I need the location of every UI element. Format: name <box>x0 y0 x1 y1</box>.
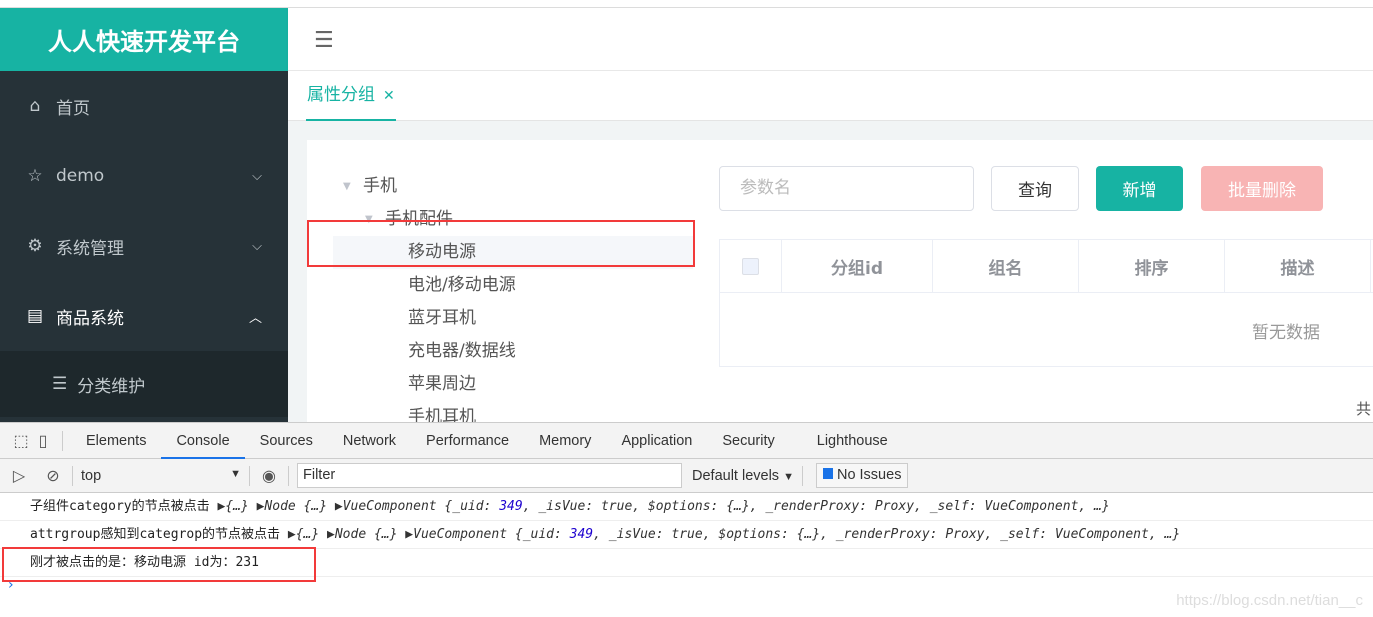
tab-lighthouse[interactable]: Lighthouse <box>802 423 903 459</box>
query-button[interactable]: 查询 <box>991 166 1079 211</box>
caret-down-icon: ▼ <box>230 467 241 480</box>
device-toolbar-icon[interactable]: ▯ <box>32 431 54 451</box>
log-object-rest: , _isVue: true, $options: {…}, _renderPr… <box>522 499 1110 514</box>
tree-node[interactable]: ▼ 手机 <box>333 170 693 203</box>
sidebar-toggle-icon[interactable]: ▷ <box>8 466 30 486</box>
sidebar-subitem-category[interactable]: ☰ 分类维护 <box>0 351 288 417</box>
select-all-checkbox[interactable] <box>742 257 759 275</box>
divider <box>801 465 803 486</box>
inspect-element-icon[interactable]: ⬚ <box>10 431 32 451</box>
log-object[interactable]: ▶{…} ▶Node {…} ▶VueComponent {_uid: <box>288 527 570 542</box>
sidebar-item-label: demo <box>56 166 105 186</box>
tab-security[interactable]: Security <box>707 423 789 459</box>
log-levels-select[interactable]: Default levels ▼ <box>692 468 794 484</box>
issues-button[interactable]: No Issues <box>815 463 909 488</box>
batch-delete-button[interactable]: 批量删除 <box>1201 166 1323 211</box>
console-log-line: attrgroup感知到categrop的节点被点击 ▶{…} ▶Node {…… <box>0 521 1373 549</box>
gear-icon: ⚙ <box>27 236 43 256</box>
tab-bar: 属性分组 ✕ <box>288 71 1373 121</box>
highlight-box <box>307 220 695 267</box>
tree-node-label: 苹果周边 <box>408 374 476 394</box>
log-uid: 349 <box>569 527 594 542</box>
console-log-line: 子组件category的节点被点击 ▶{…} ▶Node {…} ▶VueCom… <box>0 493 1373 521</box>
sidebar-item-label: 商品系统 <box>56 308 124 329</box>
add-button[interactable]: 新增 <box>1096 166 1183 211</box>
tab-elements[interactable]: Elements <box>71 423 161 459</box>
list-icon: ☰ <box>52 374 68 394</box>
caret-down-icon: ▼ <box>783 470 794 483</box>
log-object[interactable]: ▶{…} ▶Node {…} ▶VueComponent {_uid: <box>217 499 499 514</box>
log-uid: 349 <box>499 499 523 514</box>
document-icon: ▤ <box>26 306 44 326</box>
filter-input[interactable]: Filter <box>297 463 682 488</box>
param-name-input[interactable]: 参数名 <box>719 166 974 211</box>
main-content: ▼ 手机 ▼ 手机配件 移动电源 电池/移动电源 蓝牙耳机 充电器/数据线 苹果周边… <box>288 121 1373 427</box>
tab-performance[interactable]: Performance <box>411 423 524 459</box>
top-border <box>0 0 1373 8</box>
log-object-rest: , _isVue: true, $options: {…}, _renderPr… <box>593 527 1181 542</box>
sidebar-item-home[interactable]: ⌂ 首页 <box>0 71 288 141</box>
tree-node-label: 充电器/数据线 <box>408 341 516 361</box>
chevron-up-icon: ︿ <box>248 310 262 326</box>
close-icon[interactable]: ✕ <box>383 88 395 104</box>
context-label: top <box>81 467 102 484</box>
column-header[interactable]: 分组id <box>782 240 933 292</box>
sidebar-item-label: 首页 <box>56 98 90 119</box>
sidebar-item-system[interactable]: ⚙ 系统管理 ⌵ <box>0 211 288 281</box>
tree-node-label: 蓝牙耳机 <box>408 308 476 328</box>
devtools-panel: ⬚ ▯ Elements Console Sources Network Per… <box>0 422 1373 617</box>
issues-label: No Issues <box>836 467 902 483</box>
log-text: attrgroup感知到categrop的节点被点击 <box>30 527 281 542</box>
home-icon: ⌂ <box>29 96 41 116</box>
empty-text: 暂无数据 <box>1252 323 1320 343</box>
tab-sources[interactable]: Sources <box>245 423 328 459</box>
header: ☰ <box>288 8 1373 71</box>
chevron-down-icon: ⌵ <box>252 238 262 254</box>
tab-attr-group[interactable]: 属性分组 ✕ <box>306 71 396 121</box>
logo: 人人快速开发平台 <box>0 8 288 71</box>
column-header[interactable]: 组名 <box>933 240 1079 292</box>
watermark: https://blog.csdn.net/tian__c <box>1176 592 1363 609</box>
context-select[interactable]: top ▼ <box>81 468 241 484</box>
tab-label: 属性分组 <box>307 85 375 105</box>
tab-memory[interactable]: Memory <box>524 423 606 459</box>
menu-toggle-icon[interactable]: ☰ <box>314 28 334 53</box>
tab-application[interactable]: Application <box>606 423 707 459</box>
column-header[interactable]: 描述 <box>1225 240 1371 292</box>
tree-node[interactable]: 蓝牙耳机 <box>333 302 693 335</box>
sidebar-item-label: 分类维护 <box>77 376 146 397</box>
tab-console[interactable]: Console <box>161 423 245 459</box>
divider <box>72 465 73 486</box>
pagination-total: 共 <box>1355 400 1371 418</box>
column-header[interactable]: 排序 <box>1079 240 1225 292</box>
category-tree: ▼ 手机 ▼ 手机配件 移动电源 电池/移动电源 蓝牙耳机 充电器/数据线 苹果周边… <box>333 170 693 434</box>
tree-node-label: 电池/移动电源 <box>408 275 516 295</box>
divider <box>288 465 289 486</box>
sidebar-item-product[interactable]: ▤ 商品系统 ︿ <box>0 281 288 351</box>
sidebar-item-demo[interactable]: ☆ demo ⌵ <box>0 141 288 211</box>
tree-node[interactable]: 充电器/数据线 <box>333 335 693 368</box>
sidebar: 人人快速开发平台 ⌂ 首页 ☆ demo ⌵ ⚙ 系统管理 ⌵ ▤ 商品系统 ︿ ☰ 分类维护 <box>0 8 288 422</box>
chevron-down-icon: ⌵ <box>252 168 262 184</box>
tree-node[interactable]: 电池/移动电源 <box>333 269 693 302</box>
log-text: 子组件category的节点被点击 <box>30 499 210 514</box>
card: ▼ 手机 ▼ 手机配件 移动电源 电池/移动电源 蓝牙耳机 充电器/数据线 苹果周边… <box>307 140 1373 427</box>
highlight-box <box>2 547 316 582</box>
caret-down-icon[interactable]: ▼ <box>343 170 351 203</box>
levels-label: Default levels <box>692 467 780 484</box>
divider <box>249 465 250 486</box>
clear-console-icon[interactable]: ⊘ <box>42 466 64 486</box>
devtools-tabs: ⬚ ▯ Elements Console Sources Network Per… <box>0 423 1373 459</box>
divider <box>62 430 63 451</box>
issues-icon <box>822 468 833 479</box>
table-header: 分组id 组名 排序 描述 <box>720 240 1373 293</box>
sidebar-item-label: 系统管理 <box>56 238 124 259</box>
tree-node[interactable]: 苹果周边 <box>333 368 693 401</box>
attr-group-table: 分组id 组名 排序 描述 暂无数据 <box>719 239 1373 367</box>
star-icon: ☆ <box>27 166 43 186</box>
select-all-cell <box>720 240 782 292</box>
console-toolbar: ▷ ⊘ top ▼ ◉ Filter Default levels ▼ No Is… <box>0 459 1373 493</box>
tab-network[interactable]: Network <box>328 423 411 459</box>
eye-icon[interactable]: ◉ <box>258 466 280 486</box>
